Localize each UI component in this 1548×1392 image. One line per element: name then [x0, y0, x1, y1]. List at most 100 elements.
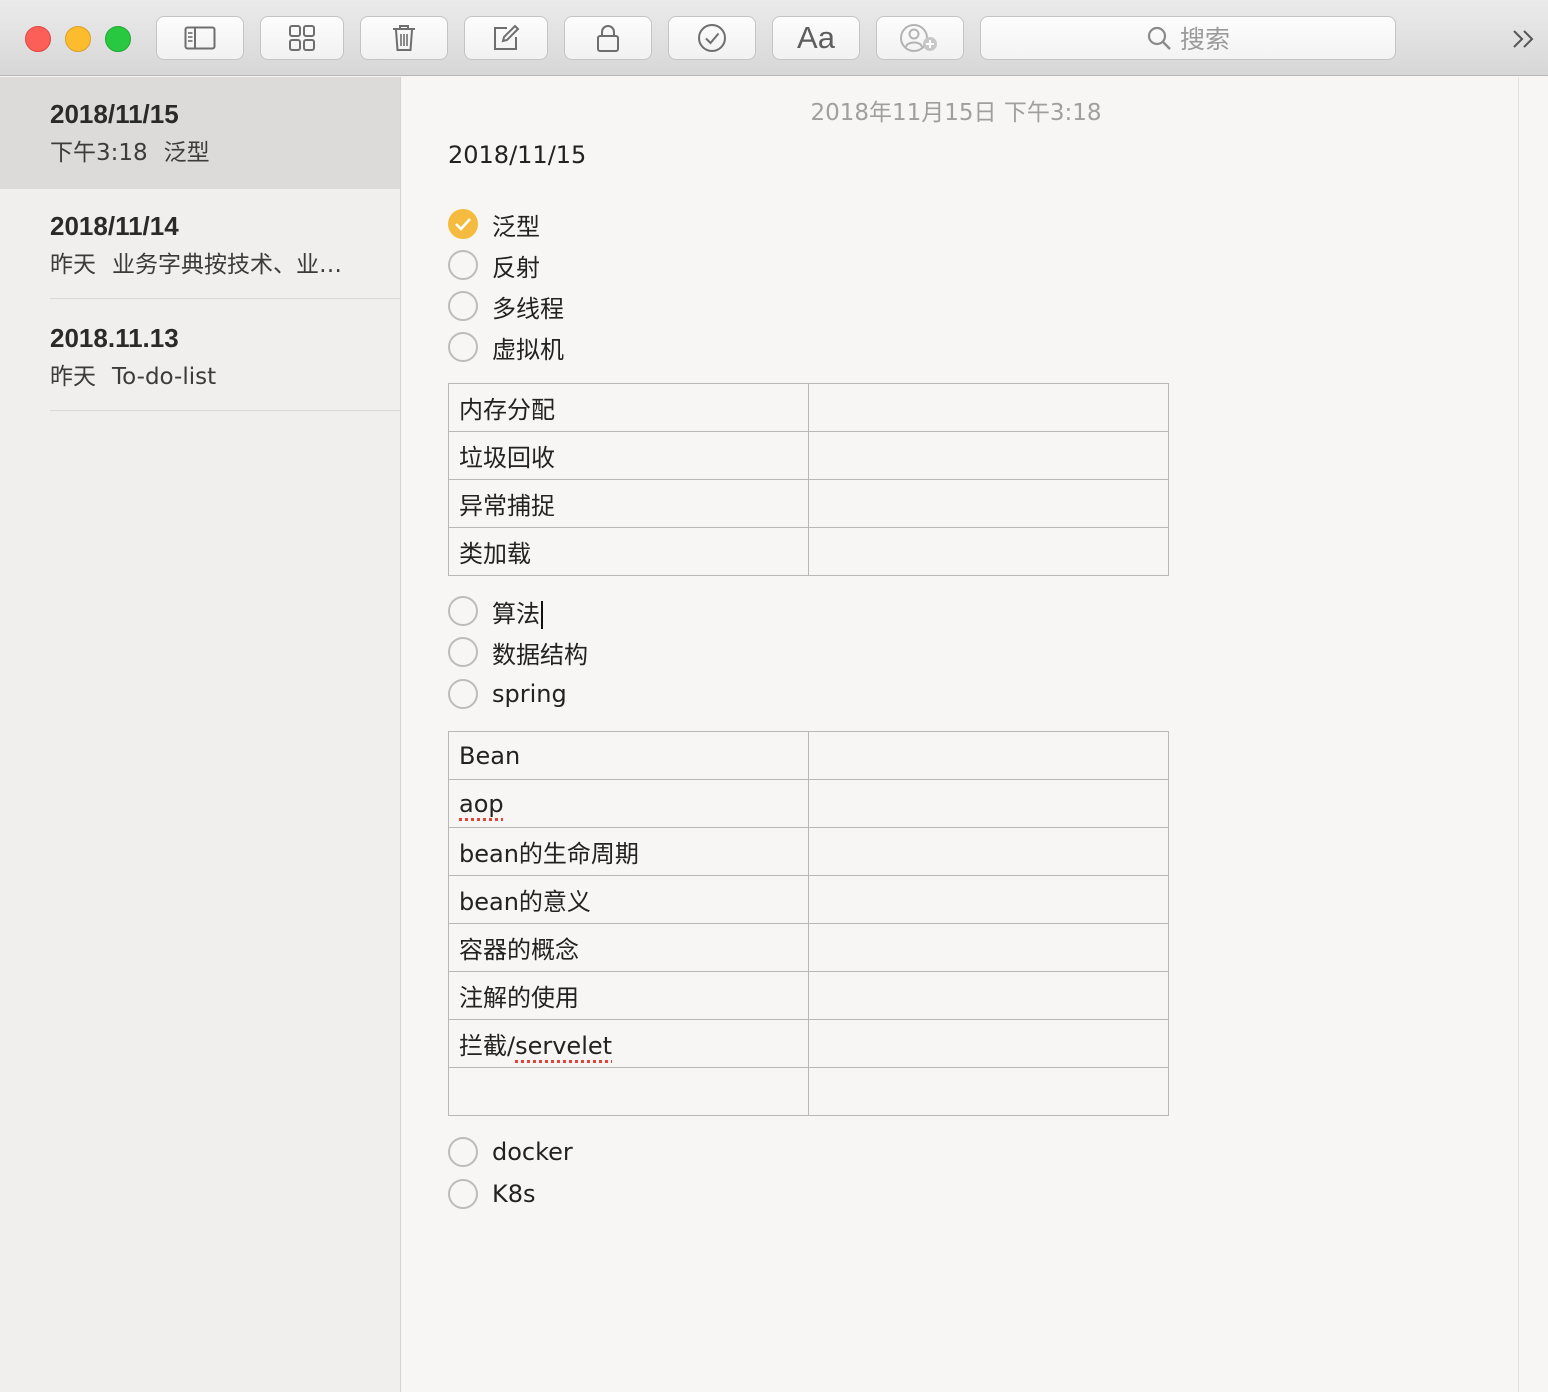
minimize-window-button[interactable]	[65, 26, 91, 52]
add-people-button[interactable]	[876, 16, 964, 60]
note-list-item[interactable]: 2018.11.13 昨天 To-do-list	[0, 301, 400, 413]
note-divider	[50, 298, 400, 299]
note-editor[interactable]: 2018年11月15日 下午3:18 2018/11/15 泛型 反射 多线程 …	[402, 77, 1518, 1392]
compose-icon	[494, 24, 520, 50]
table-cell[interactable]	[808, 383, 1169, 432]
search-icon	[1147, 26, 1171, 50]
checklist-label[interactable]: spring	[492, 680, 567, 708]
table-cell-interceptor[interactable]: 拦截/servelet	[448, 1019, 809, 1068]
table-cell[interactable]: bean的生命周期	[448, 827, 809, 876]
note-preview: 泛型	[163, 140, 210, 166]
checklist-item: 算法	[448, 594, 543, 629]
checklist-item: 虚拟机	[448, 330, 564, 364]
checkbox[interactable]	[448, 679, 478, 709]
table-cell[interactable]: 内存分配	[448, 383, 809, 432]
table-cell[interactable]	[808, 971, 1169, 1020]
table-cell[interactable]: bean的意义	[448, 875, 809, 924]
table-cell[interactable]	[808, 779, 1169, 828]
table-cell[interactable]: aop	[448, 779, 809, 828]
checklist-label[interactable]: docker	[492, 1138, 573, 1166]
table-cell[interactable]	[808, 1067, 1169, 1116]
table-row	[448, 1067, 1169, 1116]
table-row: bean的生命周期	[448, 827, 1169, 876]
table-row: aop	[448, 779, 1169, 828]
lock-button[interactable]	[564, 16, 652, 60]
checkbox[interactable]	[448, 332, 478, 362]
checklist-label[interactable]: 数据结构	[492, 635, 588, 670]
checkmark-icon	[455, 218, 471, 231]
sidebar-icon	[184, 26, 216, 50]
table-cell[interactable]: 注解的使用	[448, 971, 809, 1020]
zoom-window-button[interactable]	[105, 26, 131, 52]
checkbox[interactable]	[448, 1137, 478, 1167]
note-time: 昨天	[50, 364, 96, 390]
checkbox-checked[interactable]	[448, 209, 478, 239]
checkbox[interactable]	[448, 596, 478, 626]
misspelled-word: servelet	[515, 1032, 613, 1060]
checkbox[interactable]	[448, 291, 478, 321]
note-title: 2018/11/14	[50, 211, 179, 241]
table-row: 容器的概念	[448, 923, 1169, 972]
table-cell[interactable]	[808, 875, 1169, 924]
table-cell[interactable]	[808, 827, 1169, 876]
table-cell[interactable]: Bean	[448, 731, 809, 780]
search-field[interactable]: 搜索	[980, 16, 1396, 60]
note-meta: 昨天 To-do-list	[50, 357, 370, 391]
checklist-label[interactable]: 虚拟机	[492, 330, 564, 365]
gallery-view-button[interactable]	[260, 16, 344, 60]
checklist-label[interactable]: 多线程	[492, 289, 564, 324]
table-cell[interactable]	[808, 923, 1169, 972]
trash-icon	[393, 25, 415, 51]
checkbox[interactable]	[448, 1179, 478, 1209]
checklist-label: 算法	[492, 599, 540, 628]
notes-list: 2018/11/15 下午3:18 泛型 2018/11/14 昨天 业务字典按技术…	[0, 77, 401, 1392]
note-list-item[interactable]: 2018/11/15 下午3:18 泛型	[0, 77, 400, 189]
toolbar-overflow-button[interactable]	[1508, 22, 1540, 56]
format-button[interactable]: Aa	[772, 16, 860, 60]
table-cell[interactable]	[808, 431, 1169, 480]
checklist-item: 数据结构	[448, 635, 588, 669]
table-cell[interactable]	[448, 1067, 809, 1116]
table-cell[interactable]: 垃圾回收	[448, 431, 809, 480]
checkbox[interactable]	[448, 250, 478, 280]
checklist-item: 多线程	[448, 289, 564, 323]
table-cell[interactable]: 类加载	[448, 527, 809, 576]
checklist-label[interactable]: K8s	[492, 1180, 536, 1208]
checklist-button[interactable]	[668, 16, 756, 60]
checklist-item: K8s	[448, 1177, 536, 1211]
table-row: 拦截/servelet	[448, 1019, 1169, 1068]
note-list-item[interactable]: 2018/11/14 昨天 业务字典按技术、业…	[0, 189, 400, 301]
checklist-item: 泛型	[448, 207, 540, 241]
table-cell[interactable]	[808, 731, 1169, 780]
checklist-item: spring	[448, 677, 567, 711]
close-window-button[interactable]	[25, 26, 51, 52]
table-cell[interactable]	[808, 1019, 1169, 1068]
checklist-label[interactable]: 反射	[492, 248, 540, 283]
note-meta: 下午3:18 泛型	[50, 133, 370, 167]
checklist-item: 反射	[448, 248, 540, 282]
table-row: bean的意义	[448, 875, 1169, 924]
compose-button[interactable]	[464, 16, 548, 60]
timestamp-text: 2018年11月15日 下午3:18	[810, 100, 1102, 126]
sidebar-toggle-button[interactable]	[156, 16, 244, 60]
table-cell[interactable]: 容器的概念	[448, 923, 809, 972]
note-heading[interactable]: 2018/11/15	[448, 141, 586, 169]
table-row: 内存分配	[448, 383, 1169, 432]
window-right-margin	[1518, 77, 1548, 1392]
checkmark-circle-icon	[698, 24, 726, 52]
table-cell[interactable]	[808, 527, 1169, 576]
table-cell[interactable]	[808, 479, 1169, 528]
note-title: 2018.11.13	[50, 323, 179, 353]
checklist-label[interactable]: 泛型	[492, 207, 540, 242]
misspelled-word: aop	[459, 789, 504, 818]
table-row: 注解的使用	[448, 971, 1169, 1020]
table-row: 类加载	[448, 527, 1169, 576]
delete-button[interactable]	[360, 16, 448, 60]
note-table: Bean aop bean的生命周期 bean的意义 容器的概念 注解的使用 拦…	[448, 731, 1169, 1116]
checkbox[interactable]	[448, 637, 478, 667]
note-preview: 业务字典按技术、业…	[112, 252, 342, 278]
table-cell[interactable]: 异常捕捉	[448, 479, 809, 528]
checklist-label-with-caret[interactable]: 算法	[492, 594, 543, 629]
table-row: 垃圾回收	[448, 431, 1169, 480]
table-row: 异常捕捉	[448, 479, 1169, 528]
